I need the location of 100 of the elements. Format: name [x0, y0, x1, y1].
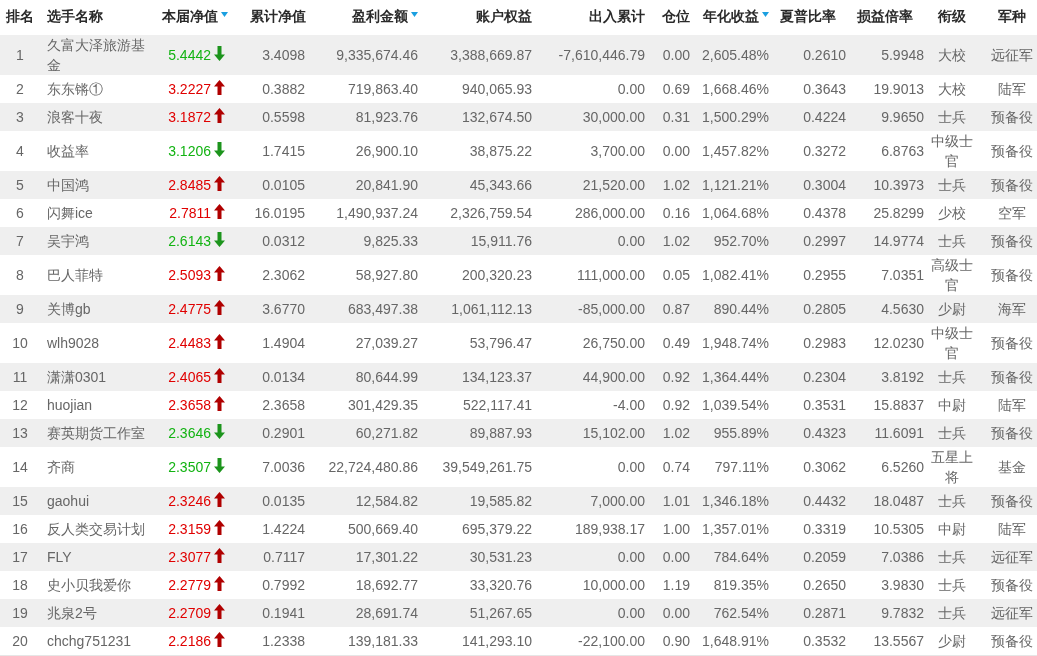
table-cell-text: 0.92	[662, 368, 690, 387]
table-cell-text: 久富大泽旅游基金	[47, 36, 146, 75]
column-header: 排名	[6, 6, 34, 26]
table-cell-text: 762.54%	[713, 604, 769, 623]
net-value: 2.7811	[169, 204, 211, 223]
column-header[interactable]: 盈利金额	[352, 5, 418, 26]
table-cell-text: 0.2805	[803, 300, 846, 319]
table-cell-text: 巴人菲特	[47, 266, 103, 285]
table-cell-text: 20,841.90	[355, 176, 418, 195]
net-value: 3.2227	[168, 80, 211, 99]
table-cell-text: 3.4098	[262, 46, 305, 65]
table-cell-text: 3,388,669.87	[450, 46, 532, 65]
table-cell-text: 赛英期货工作室	[47, 424, 145, 443]
net-value: 2.3646	[168, 424, 211, 443]
table-cell-text: 5	[16, 176, 24, 195]
table-cell-text: 2	[16, 80, 24, 99]
table-cell-text: 8	[16, 266, 24, 285]
table-cell-text: 4.5630	[881, 300, 924, 319]
table-cell-text: 15.8837	[873, 396, 924, 415]
column-header: 衔级	[938, 6, 966, 26]
table-cell-text: 中尉	[938, 520, 966, 539]
table-cell-text: 预备役	[991, 334, 1033, 353]
net-value: 2.2709	[168, 604, 211, 623]
table-cell-text: 0.00	[617, 232, 645, 251]
table-cell-text: 15,102.00	[582, 424, 645, 443]
table-cell-text: 1,668.46%	[702, 80, 769, 99]
table-cell-text: 中尉	[938, 396, 966, 415]
table-cell-text: 空军	[998, 204, 1026, 223]
table-cell-text: 0.05	[662, 266, 690, 285]
table-cell-text: 关博gb	[47, 300, 91, 319]
net-value: 2.2779	[168, 576, 211, 595]
table-cell-text: 16.0195	[254, 204, 305, 223]
table-cell-text: 远征军	[991, 604, 1033, 623]
table-cell-text: 1,121.21%	[702, 176, 769, 195]
table-cell-text: 1.4904	[262, 334, 305, 353]
table-cell-text: 0.3004	[803, 176, 846, 195]
table-cell-text: 海军	[998, 300, 1026, 319]
table-cell-text: 0.2871	[803, 604, 846, 623]
table-cell-text: 0.92	[662, 396, 690, 415]
table-cell-text: 0.2610	[803, 46, 846, 65]
table-cell-text: 134,123.37	[461, 368, 532, 387]
column-header: 军种	[998, 6, 1026, 26]
table-cell-text: 士兵	[938, 576, 966, 595]
table-cell-text: 0.7992	[262, 576, 305, 595]
table-cell-text: 10	[12, 334, 28, 353]
table-cell-text: 5.9948	[881, 46, 924, 65]
column-header: 夏普比率	[780, 6, 836, 26]
table-cell-text: 0.2304	[803, 368, 846, 387]
table-cell-text: 士兵	[938, 492, 966, 511]
table-cell-text: 闪舞ice	[47, 204, 93, 223]
table-cell-text: 26,900.10	[355, 142, 418, 161]
column-header[interactable]: 本届净值	[162, 5, 228, 26]
table-cell-text: 80,644.99	[355, 368, 418, 387]
table-cell-text: 38,875.22	[469, 142, 532, 161]
table-cell-text: 18,692.77	[355, 576, 418, 595]
table-cell-text: 7.0351	[881, 266, 924, 285]
net-value: 3.1206	[168, 142, 211, 161]
column-header[interactable]: 年化收益	[703, 5, 769, 26]
table-cell-text: 27,039.27	[355, 334, 418, 353]
table-cell-text: 19.9013	[873, 80, 924, 99]
net-value: 2.6143	[168, 232, 211, 251]
table-cell-text: 20	[12, 632, 28, 651]
table-cell-text: 189,938.17	[574, 520, 645, 539]
table-cell-text: 1.2338	[262, 632, 305, 651]
table-cell-text: 9.7832	[881, 604, 924, 623]
table-cell-text: 7,000.00	[590, 492, 645, 511]
table-cell-text: 45,343.66	[469, 176, 532, 195]
table-cell-text: 17	[12, 548, 28, 567]
column-header: 账户权益	[476, 6, 532, 26]
table-cell-text: 1,948.74%	[702, 334, 769, 353]
table-cell-text: 6.8763	[881, 142, 924, 161]
table-cell-text: 0.0312	[262, 232, 305, 251]
table-cell-text: 0.5598	[262, 108, 305, 127]
table-cell-text: 0.00	[662, 604, 690, 623]
table-cell-text: 1,039.54%	[702, 396, 769, 415]
table-cell-text: 9.9650	[881, 108, 924, 127]
table-cell-text: 17,301.22	[355, 548, 418, 567]
table-cell-text: 4	[16, 142, 24, 161]
table-cell-text: 301,429.35	[347, 396, 418, 415]
table-cell-text: 0.0134	[262, 368, 305, 387]
table-cell-text: 11	[12, 368, 28, 387]
table-cell-text: 2.3658	[262, 396, 305, 415]
net-value: 2.4065	[168, 368, 211, 387]
table-cell-text: 1,364.44%	[702, 368, 769, 387]
table-cell-text: 784.64%	[713, 548, 769, 567]
table-cell-text: 53,796.47	[469, 334, 532, 353]
table-cell-text: 19,585.82	[469, 492, 532, 511]
table-cell-text: 大校	[938, 46, 966, 65]
table-cell-text: 940,065.93	[461, 80, 532, 99]
table-cell-text: 少校	[938, 204, 966, 223]
table-cell-text: 0.4323	[803, 424, 846, 443]
table-cell-text: 25.8299	[873, 204, 924, 223]
table-cell-text: 1,648.91%	[702, 632, 769, 651]
table-cell-text: 预备役	[991, 232, 1033, 251]
table-cell-text: 中级士官	[930, 132, 974, 171]
table-cell-text: 0.4224	[803, 108, 846, 127]
table-cell-text: 60,271.82	[355, 424, 418, 443]
column-header: 仓位	[662, 6, 690, 26]
table-cell-text: 高级士官	[930, 256, 974, 295]
table-cell-text: 0.16	[662, 204, 690, 223]
